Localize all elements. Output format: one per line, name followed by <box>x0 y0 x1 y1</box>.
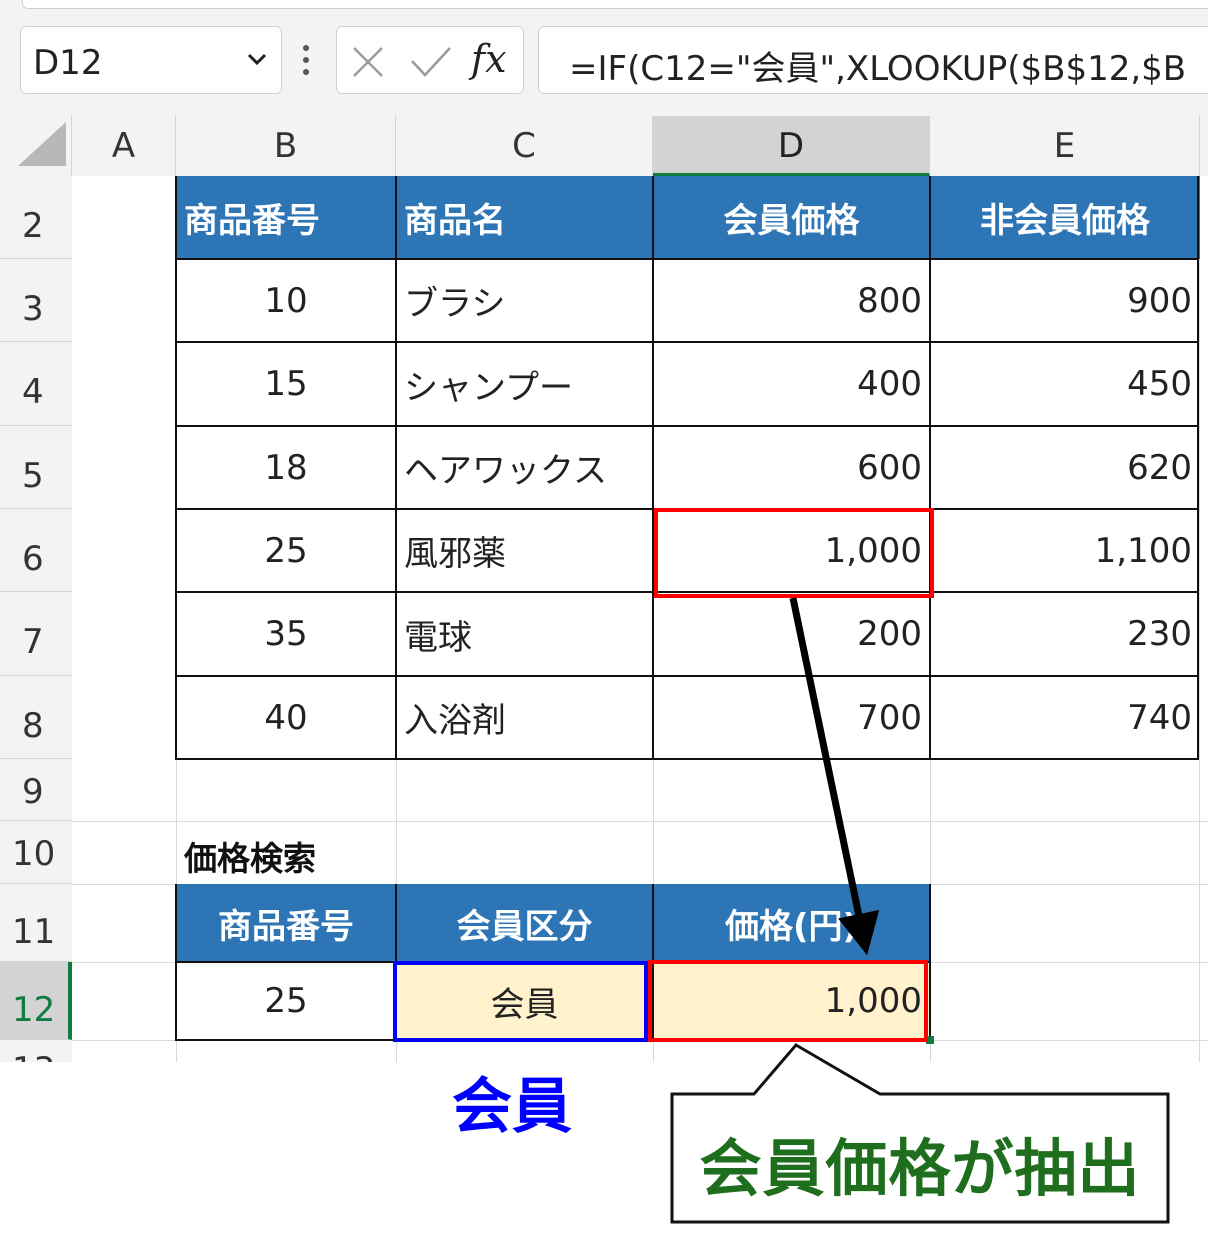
lookup-code-cell[interactable]: 25 <box>176 962 396 1040</box>
table-cell-nonmember[interactable]: 450 <box>930 342 1200 426</box>
header-product-code[interactable]: 商品番号 <box>176 176 396 259</box>
row-header-5[interactable]: 5 <box>0 426 72 509</box>
table-cell-member[interactable]: 700 <box>653 676 930 759</box>
table-cell-member[interactable]: 800 <box>653 259 930 342</box>
table-cell-member[interactable]: 400 <box>653 342 930 426</box>
lookup-header-category[interactable]: 会員区分 <box>396 884 653 962</box>
row-header-4[interactable]: 4 <box>0 342 72 426</box>
lookup-header-price[interactable]: 価格(円) <box>653 884 930 962</box>
table-cell-code[interactable]: 10 <box>176 259 396 342</box>
table-border <box>175 176 177 760</box>
table-cell-member[interactable]: 600 <box>653 426 930 509</box>
table-cell-code[interactable]: 25 <box>176 509 396 592</box>
table-cell-nonmember[interactable]: 900 <box>930 259 1200 342</box>
insert-function-button[interactable]: fx <box>471 37 507 81</box>
row-header-8[interactable]: 8 <box>0 676 72 759</box>
check-icon[interactable] <box>409 45 453 79</box>
worksheet-grid[interactable]: A B C D E 2 3 4 5 6 7 8 9 10 11 12 13 商品… <box>0 116 1208 1062</box>
table-cell-code[interactable]: 35 <box>176 592 396 676</box>
row-header-2[interactable]: 2 <box>0 176 72 259</box>
row-header-12[interactable]: 12 <box>0 962 72 1040</box>
formula-input[interactable]: =IF(C12="会員",XLOOKUP($B$12,$B <box>538 26 1208 94</box>
column-header-c[interactable]: C <box>396 116 653 176</box>
header-nonmember-price[interactable]: 非会員価格 <box>930 176 1200 259</box>
row-header-3[interactable]: 3 <box>0 259 72 342</box>
column-header-f[interactable] <box>1200 116 1208 176</box>
select-all-icon <box>18 122 66 166</box>
column-header-b[interactable]: B <box>176 116 396 176</box>
table-border <box>395 176 397 760</box>
row-header-9[interactable]: 9 <box>0 759 72 821</box>
table-cell-name[interactable]: ヘアワックス <box>396 426 653 509</box>
row-header-6[interactable]: 6 <box>0 509 72 592</box>
table-cell-name[interactable]: ブラシ <box>396 259 653 342</box>
table-border <box>175 258 1199 260</box>
callout-text: 会員価格が抽出 <box>699 1132 1141 1205</box>
member-annotation-label: 会員 <box>452 1072 572 1142</box>
table-cell-code[interactable]: 15 <box>176 342 396 426</box>
formula-bar-area: D12 fx =IF(C12="会員",XLOOKUP($B$12,$B <box>0 0 1208 116</box>
table-cell-name[interactable]: 風邪薬 <box>396 509 653 592</box>
table-cell-name[interactable]: シャンプー <box>396 342 653 426</box>
formula-text: =IF(C12="会員",XLOOKUP($B$12,$B <box>569 49 1187 89</box>
close-icon[interactable] <box>351 45 385 79</box>
lookup-header-code[interactable]: 商品番号 <box>176 884 396 962</box>
table-cell-code[interactable]: 40 <box>176 676 396 759</box>
table-cell-nonmember[interactable]: 620 <box>930 426 1200 509</box>
ribbon-edge <box>22 0 1208 9</box>
select-all-corner[interactable] <box>0 116 72 176</box>
table-cell-nonmember[interactable]: 740 <box>930 676 1200 759</box>
column-header-d[interactable]: D <box>653 116 930 176</box>
formula-buttons: fx <box>336 26 524 94</box>
row-header-11[interactable]: 11 <box>0 884 72 962</box>
table-cell-name[interactable]: 入浴剤 <box>396 676 653 759</box>
row-header-10[interactable]: 10 <box>0 821 72 884</box>
highlight-result-price <box>648 960 928 1042</box>
row-header-7[interactable]: 7 <box>0 592 72 676</box>
table-cell-nonmember[interactable]: 1,100 <box>930 509 1200 592</box>
table-cell-member[interactable]: 200 <box>653 592 930 676</box>
column-header-e[interactable]: E <box>930 116 1200 176</box>
column-header-a[interactable]: A <box>72 116 176 176</box>
table-cell-code[interactable]: 18 <box>176 426 396 509</box>
table-border <box>175 758 1199 760</box>
table-border <box>175 675 1199 677</box>
gridline <box>72 821 1208 822</box>
table-border <box>175 341 1199 343</box>
lookup-section-title[interactable]: 価格検索 <box>184 832 316 880</box>
table-border <box>929 176 931 760</box>
table-border <box>175 425 1199 427</box>
highlight-member-price <box>654 508 934 598</box>
header-member-price[interactable]: 会員価格 <box>653 176 930 259</box>
table-border <box>1197 176 1199 760</box>
highlight-member-category <box>393 961 648 1042</box>
header-product-name[interactable]: 商品名 <box>396 176 653 259</box>
row-header-13[interactable]: 13 <box>0 1040 72 1062</box>
more-options-icon[interactable] <box>298 40 314 80</box>
table-cell-nonmember[interactable]: 230 <box>930 592 1200 676</box>
name-box[interactable]: D12 <box>20 26 282 94</box>
table-cell-name[interactable]: 電球 <box>396 592 653 676</box>
name-box-value: D12 <box>33 43 103 83</box>
chevron-down-icon[interactable] <box>245 47 269 71</box>
table-border <box>652 176 654 760</box>
